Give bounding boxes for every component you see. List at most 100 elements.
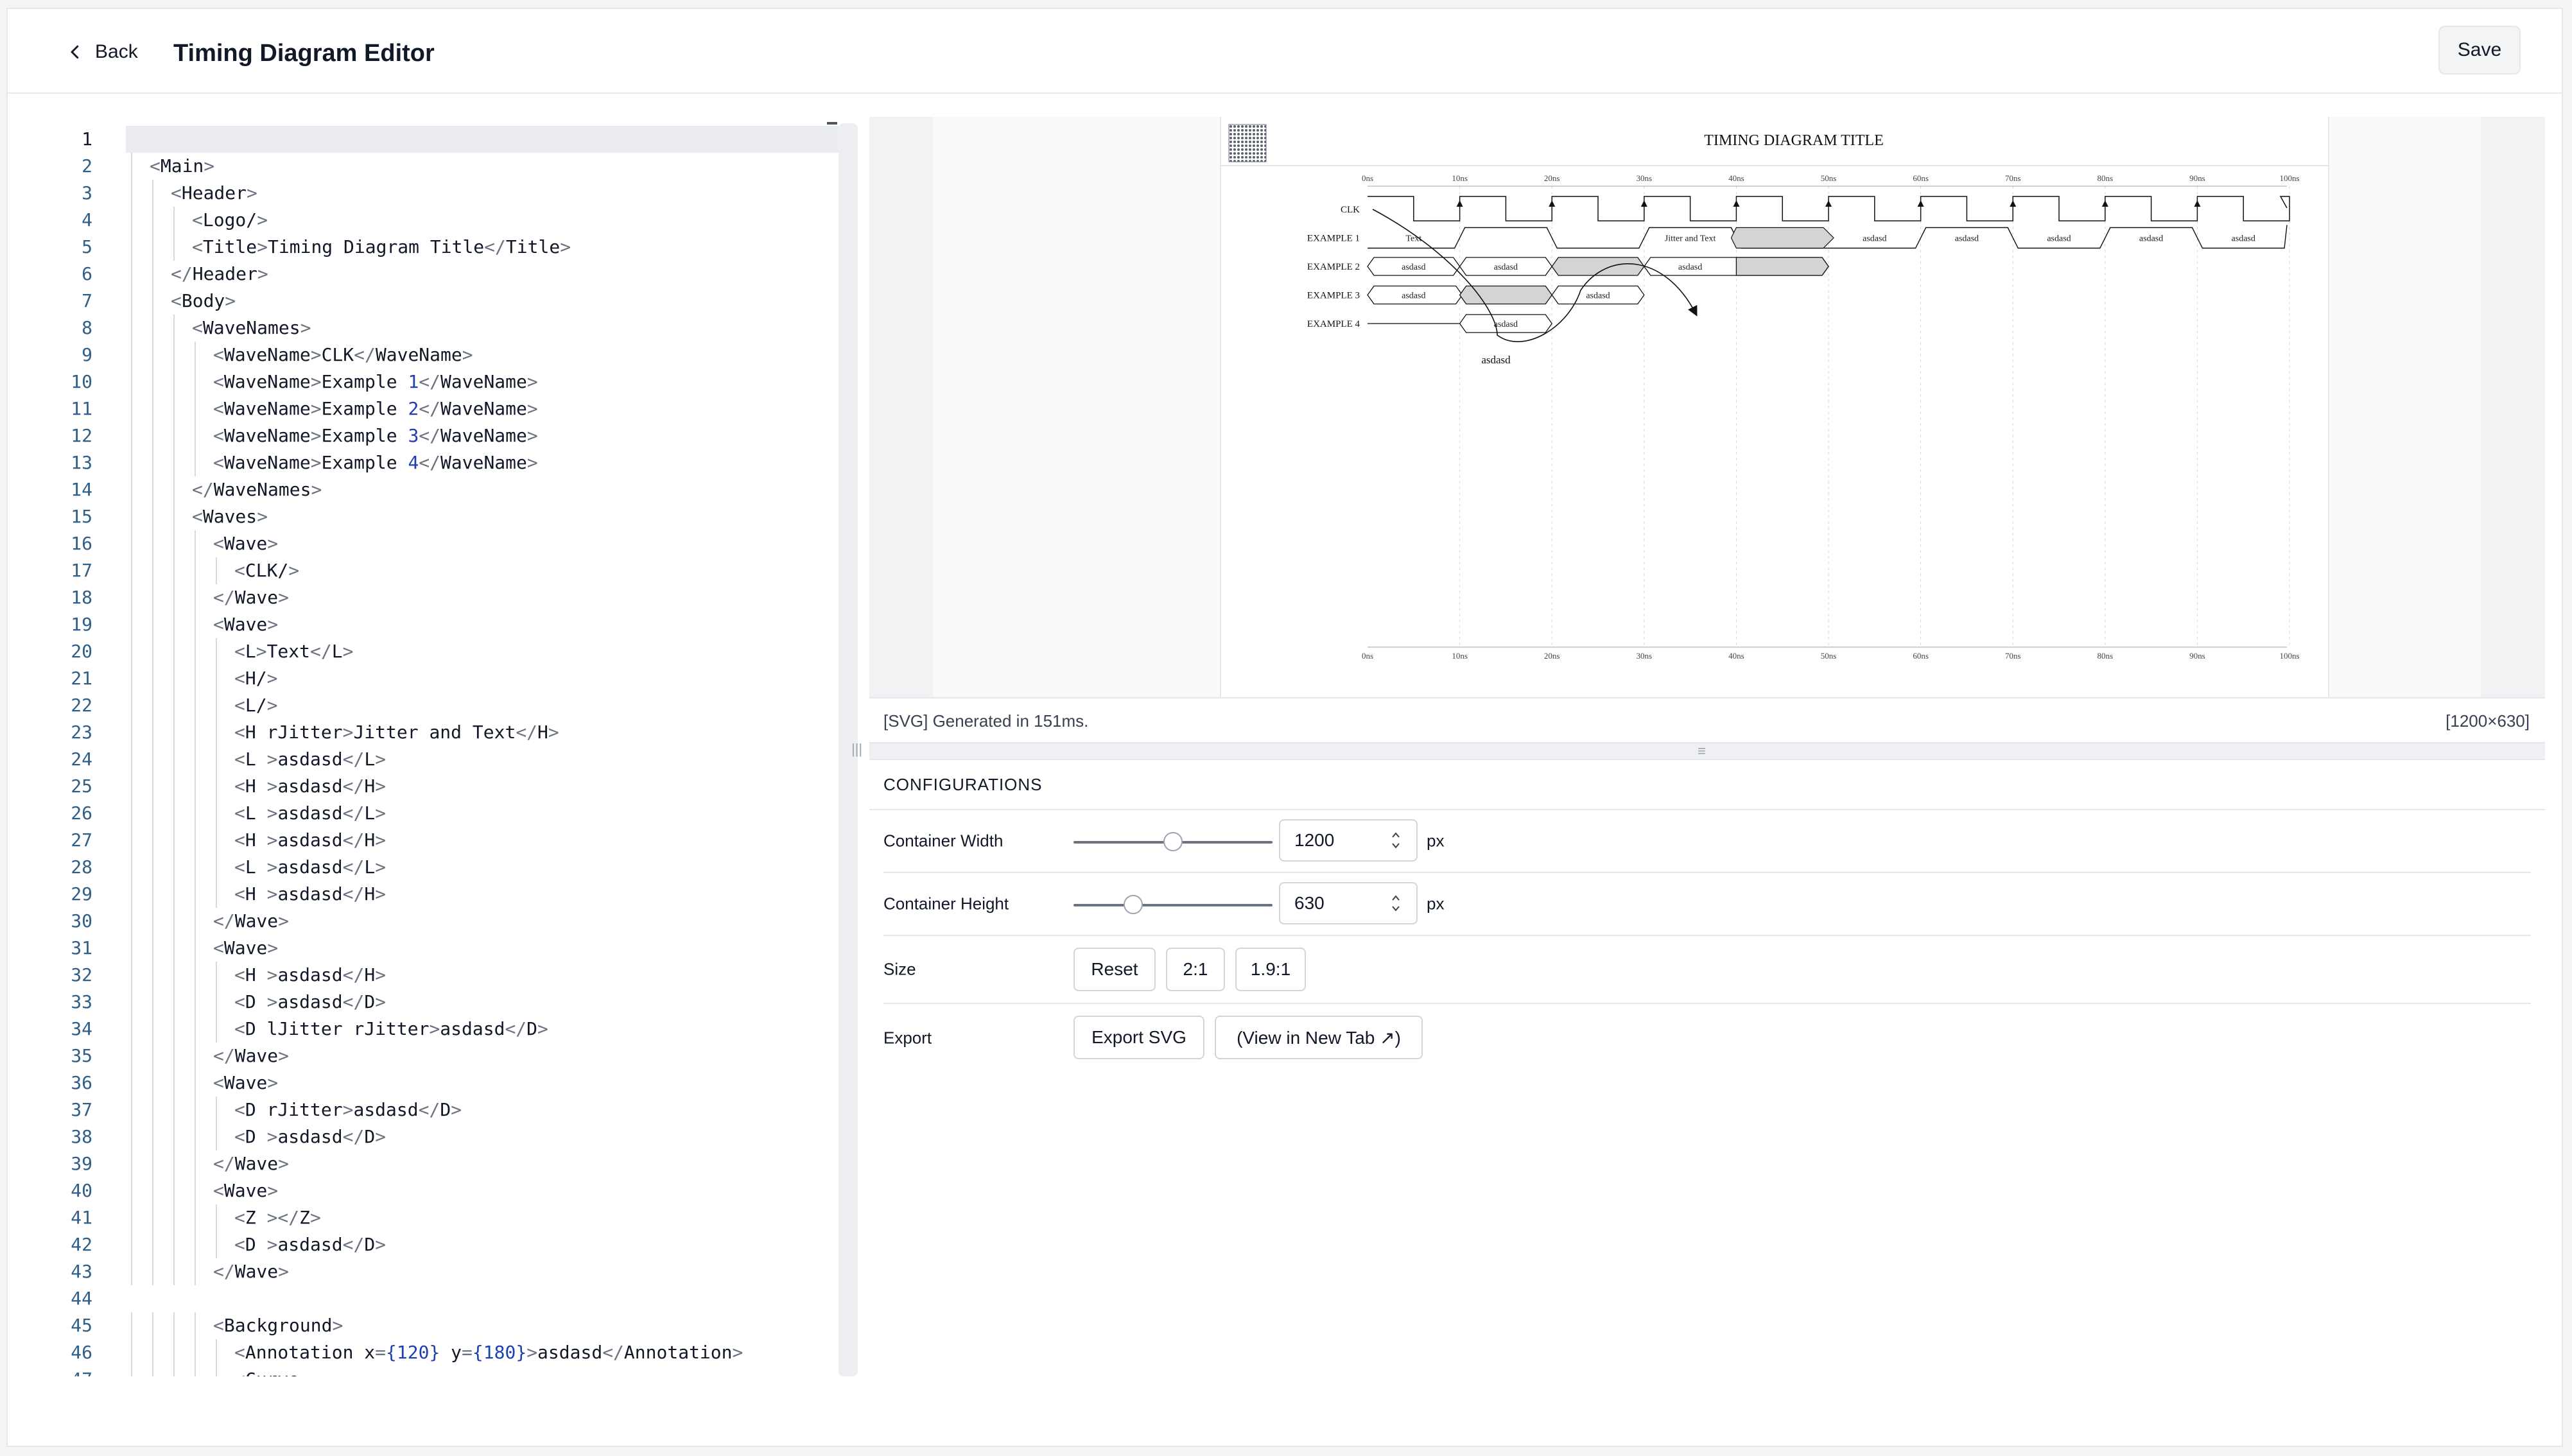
clk-edge-arrow [2101,200,2108,207]
code-token: Title [202,236,257,257]
indent-guide [131,638,132,665]
code-line: </Wave> [213,584,289,611]
save-button[interactable]: Save [2438,26,2521,74]
code-token: Wave [223,533,268,554]
code-token: </ [419,452,441,473]
indent-guide [195,342,196,368]
view-in-new-tab-button[interactable]: (View in New Tab ↗) [1215,1016,1423,1059]
slider-thumb[interactable] [1163,832,1183,851]
export-svg-button[interactable]: Export SVG [1073,1016,1204,1059]
container-width-slider[interactable] [1073,832,1273,851]
code-token: > [266,776,278,797]
code-token: </ [171,263,193,284]
indent-guide [152,638,153,665]
container-width-input[interactable]: 1200 [1279,819,1418,862]
code-token: < [213,425,224,446]
code-token: asdasd [277,856,343,878]
indent-guide [131,503,132,530]
line-number: 12 [71,425,92,446]
indent-guide [152,692,153,719]
vertical-resize-handle[interactable]: ||| [851,741,862,759]
indent-guide [152,746,153,773]
code-token: </ [484,236,506,257]
line-number-gutter: 1 2 3 4 5 6 7 8 9 10 11 12 13 14 15 16 17 18 19 20 21 22 23 24 2… [21,117,98,1376]
code-token: y [440,1342,462,1363]
code-token: > [278,1153,290,1174]
code-line: </Wave> [213,908,289,935]
indent-guide [173,692,175,719]
code-token: Z [245,1207,267,1228]
code-token: < [234,856,245,878]
code-token: > [310,344,322,365]
line-number: 39 [71,1153,92,1174]
code-token: < [234,722,245,743]
horizontal-resize-handle[interactable]: ≡ [869,742,2545,760]
indent-guide [131,854,132,881]
slider-thumb[interactable] [1124,895,1143,914]
render-time: [SVG] Generated in 151ms. [883,711,1089,731]
clk-edge-arrow [1917,200,1924,207]
page-title: Timing Diagram Editor [173,40,435,67]
code-line: <H rJitter>Jitter and Text</H> [234,719,559,746]
line-number: 31 [71,937,92,958]
back-button[interactable]: Back [65,37,138,67]
ratio-1-9-1-button[interactable]: 1.9:1 [1235,948,1306,991]
indent-guide [173,962,175,989]
code-token: D [245,1234,267,1255]
indent-guide [131,665,132,692]
code-token: Annotation [623,1342,733,1363]
code-token: Wave [234,587,279,608]
code-token: H [364,776,376,797]
indent-guide [216,557,217,584]
line-number: 46 [71,1342,92,1363]
code-token: > [266,991,278,1012]
code-token: 3 [408,425,419,446]
indent-guide [131,1043,132,1070]
code-token: < [192,506,203,527]
indent-guide [173,800,175,827]
code-token: < [234,964,245,985]
time-tick-label: 90ns [2189,651,2205,661]
code-token: H [245,964,267,985]
ratio-2-1-button[interactable]: 2:1 [1166,948,1225,991]
indent-guide [173,719,175,746]
indent-guide [173,503,175,530]
spinner-icon[interactable] [1391,892,1401,914]
bus-label: asdasd [1586,291,1610,301]
indent-guide [152,773,153,800]
code-token: > [266,1234,278,1255]
indent-guide [173,854,175,881]
spinner-icon[interactable] [1391,829,1401,851]
container-height-input[interactable]: 630 [1279,882,1418,924]
time-tick-label: 20ns [1544,651,1560,661]
code-token: </ [213,1045,235,1066]
indent-guide [152,989,153,1016]
code-token: < [192,209,203,230]
wave-name: EXAMPLE 3 [1307,291,1360,301]
code-token: < [234,695,245,716]
time-tick-label: 50ns [1821,173,1837,183]
code-editor[interactable]: 1 2 3 4 5 6 7 8 9 10 11 12 13 14 15 16 17 18 19 20 21 22 23 24 2… [21,117,844,1376]
indent-guide [173,881,175,908]
code-token: < [192,317,203,338]
code-token: < [234,749,245,770]
indent-guide [152,422,153,449]
line-number: 26 [71,802,92,824]
wave-names: CLK EXAMPLE 1 EXAMPLE 2 EXAMPLE 3 EXAMPLE 4 [1307,205,1360,329]
indent-guide [195,773,196,800]
code-token: Curve [245,1369,299,1376]
code-token: Annotation x [245,1342,376,1363]
container-height-slider[interactable] [1073,895,1273,914]
indent-guide [216,1096,217,1123]
reset-size-button[interactable]: Reset [1073,948,1156,991]
code-token: > [310,1207,321,1228]
code-token: D lJitter rJitter [245,1018,430,1039]
code-token: 2 [408,398,419,419]
indent-guide [216,1339,217,1366]
indent-guide [173,908,175,935]
code-token: < [234,1234,245,1255]
indent-guide [131,800,132,827]
line-number: 6 [82,263,92,284]
annotation-text: asdasd [1481,354,1511,366]
code-token: > [266,829,278,851]
